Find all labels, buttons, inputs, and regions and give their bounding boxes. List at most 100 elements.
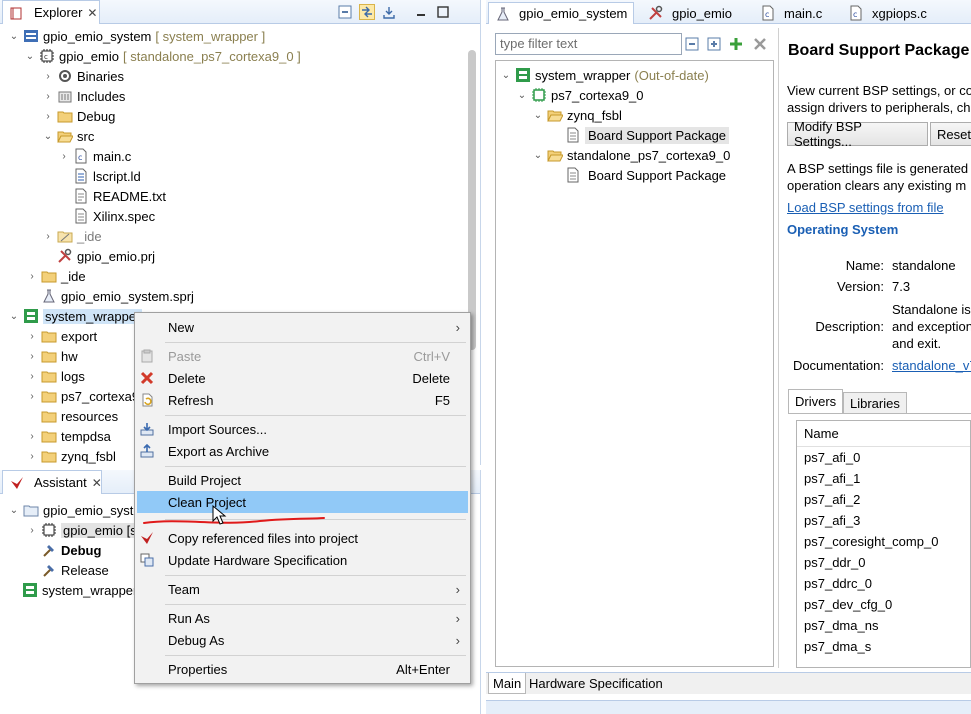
chevron-down-icon[interactable]: ⌄: [42, 130, 54, 142]
chevron-right-icon[interactable]: ›: [42, 230, 54, 242]
includes-icon: [57, 88, 73, 104]
tab-assistant[interactable]: Assistant ✕: [2, 470, 102, 494]
table-row[interactable]: ps7_afi_3: [804, 513, 860, 528]
menu-item-team[interactable]: Team ›: [137, 578, 468, 600]
table-row[interactable]: ps7_ddrc_0: [804, 576, 872, 591]
tree-item-sprj[interactable]: gpio_emio_system.sprj: [0, 286, 462, 306]
tab-hardware-specification[interactable]: Hardware Specification: [526, 673, 666, 694]
link-with-editor-icon[interactable]: [359, 4, 375, 20]
menu-item-refresh[interactable]: Refresh F5: [137, 389, 468, 411]
chevron-right-icon[interactable]: ›: [58, 150, 70, 162]
tree-item-label: tempdsa: [61, 428, 111, 444]
chevron-right-icon[interactable]: ›: [42, 90, 54, 102]
tree-item-src[interactable]: ⌄ src: [0, 126, 462, 146]
tree-item-debug[interactable]: › Debug: [0, 106, 462, 126]
table-row[interactable]: ps7_dma_ns: [804, 618, 878, 633]
bsp-item-zynq-fsbl[interactable]: ⌄ zynq_fsbl: [496, 105, 773, 125]
tree-item-includes[interactable]: › Includes: [0, 86, 462, 106]
close-icon[interactable]: ✕: [92, 476, 102, 490]
load-bsp-settings-link[interactable]: Load BSP settings from file: [787, 200, 944, 215]
tree-item-label: zynq_fsbl: [61, 448, 116, 464]
system-project-icon: [23, 28, 39, 44]
chevron-down-icon[interactable]: ⌄: [8, 504, 20, 516]
chevron-down-icon[interactable]: ⌄: [516, 89, 528, 101]
chevron-right-icon[interactable]: ›: [26, 450, 38, 462]
minimize-icon[interactable]: [413, 4, 429, 20]
tab-xgpiops-c[interactable]: c xgpiops.c: [842, 2, 933, 24]
collapse-all-icon[interactable]: [337, 4, 353, 20]
chevron-down-icon[interactable]: ⌄: [500, 69, 512, 81]
table-row[interactable]: ps7_afi_2: [804, 492, 860, 507]
documentation-link[interactable]: standalone_v7: [892, 358, 971, 373]
chevron-right-icon[interactable]: ›: [42, 70, 54, 82]
tree-item-lscript[interactable]: lscript.ld: [0, 166, 462, 186]
tab-drivers[interactable]: Drivers: [788, 389, 844, 414]
filter-icon[interactable]: [381, 4, 397, 20]
tab-gpio-emio[interactable]: gpio_emio: [642, 2, 738, 24]
chevron-down-icon[interactable]: ⌄: [532, 149, 544, 161]
bsp-item-standalone[interactable]: ⌄ standalone_ps7_cortexa9_0: [496, 145, 773, 165]
chevron-down-icon[interactable]: ⌄: [8, 310, 20, 322]
maximize-icon[interactable]: [435, 4, 451, 20]
panel-divider: [778, 28, 779, 668]
tab-libraries[interactable]: Libraries: [843, 392, 907, 414]
menu-item-export-archive[interactable]: Export as Archive: [137, 440, 468, 462]
chevron-right-icon[interactable]: ›: [26, 330, 38, 342]
tree-item-gpio-emio[interactable]: ⌄ c gpio_emio [ standalone_ps7_cortexa9_…: [0, 46, 462, 66]
table-row[interactable]: ps7_afi_1: [804, 471, 860, 486]
tree-item-gpio-emio-system[interactable]: ⌄ gpio_emio_system [ system_wrapper ]: [0, 26, 462, 46]
menu-item-properties[interactable]: Properties Alt+Enter: [137, 658, 468, 680]
chevron-right-icon[interactable]: ›: [26, 270, 38, 282]
menu-label: Properties: [168, 661, 228, 677]
chevron-down-icon[interactable]: ⌄: [8, 30, 20, 42]
menu-item-update-hardware[interactable]: Update Hardware Specification: [137, 549, 468, 571]
menu-item-delete[interactable]: Delete Delete: [137, 367, 468, 389]
menu-item-build-project[interactable]: Build Project: [137, 469, 468, 491]
bsp-item-ps7-cortexa9[interactable]: ⌄ ps7_cortexa9_0: [496, 85, 773, 105]
modify-bsp-settings-button[interactable]: Modify BSP Settings...: [787, 119, 928, 149]
menu-item-run-as[interactable]: Run As ›: [137, 607, 468, 629]
chevron-down-icon[interactable]: ⌄: [532, 109, 544, 121]
tab-main-c[interactable]: c main.c: [754, 2, 828, 24]
bsp-item-bsp-fsbl[interactable]: Board Support Package: [496, 125, 773, 145]
close-icon[interactable]: ✕: [87, 6, 97, 20]
menu-item-copy-referenced-files[interactable]: Copy referenced files into project: [137, 527, 468, 549]
tree-item-binaries[interactable]: › Binaries: [0, 66, 462, 86]
table-row[interactable]: ps7_dma_s: [804, 639, 871, 654]
tree-item-ide[interactable]: › _ide: [0, 226, 462, 246]
chevron-right-icon[interactable]: ›: [26, 350, 38, 362]
scrollbar-thumb[interactable]: [468, 50, 476, 350]
chevron-right-icon[interactable]: ›: [26, 370, 38, 382]
chevron-right-icon[interactable]: ›: [42, 110, 54, 122]
tab-main[interactable]: Main: [488, 673, 527, 694]
chevron-down-icon[interactable]: ⌄: [24, 50, 36, 62]
filter-input[interactable]: type filter text: [495, 33, 682, 55]
collapse-all-icon[interactable]: [684, 36, 700, 52]
tree-item-readme[interactable]: README.txt: [0, 186, 462, 206]
menu-item-import-sources[interactable]: Import Sources...: [137, 418, 468, 440]
chevron-right-icon[interactable]: ›: [26, 430, 38, 442]
table-row[interactable]: ps7_coresight_comp_0: [804, 534, 938, 549]
table-row[interactable]: ps7_afi_0: [804, 450, 860, 465]
remove-icon[interactable]: [752, 36, 768, 52]
tab-gpio-emio-system[interactable]: gpio_emio_system: [488, 2, 635, 24]
menu-item-paste[interactable]: Paste Ctrl+V: [137, 345, 468, 367]
menu-item-debug-as[interactable]: Debug As ›: [137, 629, 468, 651]
chevron-right-icon[interactable]: ›: [26, 524, 38, 536]
tree-item-xilinx-spec[interactable]: Xilinx.spec: [0, 206, 462, 226]
chevron-right-icon[interactable]: ›: [26, 390, 38, 402]
table-row[interactable]: ps7_ddr_0: [804, 555, 865, 570]
tree-item-note: [ standalone_ps7_cortexa9_0 ]: [123, 48, 301, 64]
tree-item-ide-system[interactable]: › _ide: [0, 266, 462, 286]
expand-all-icon[interactable]: [706, 36, 722, 52]
bsp-item-bsp-standalone[interactable]: Board Support Package: [496, 165, 773, 185]
menu-item-clean-project[interactable]: Clean Project: [137, 491, 468, 513]
add-icon[interactable]: [728, 36, 744, 52]
tab-explorer[interactable]: Explorer ✕: [2, 0, 100, 24]
tree-item-gpio-emio-prj[interactable]: gpio_emio.prj: [0, 246, 462, 266]
bsp-item-system-wrapper[interactable]: ⌄ system_wrapper (Out-of-date): [496, 65, 773, 85]
reset-button[interactable]: Reset: [930, 122, 971, 146]
tree-item-main-c[interactable]: › c main.c: [0, 146, 462, 166]
menu-item-new[interactable]: New ›: [137, 316, 468, 338]
table-row[interactable]: ps7_dev_cfg_0: [804, 597, 892, 612]
